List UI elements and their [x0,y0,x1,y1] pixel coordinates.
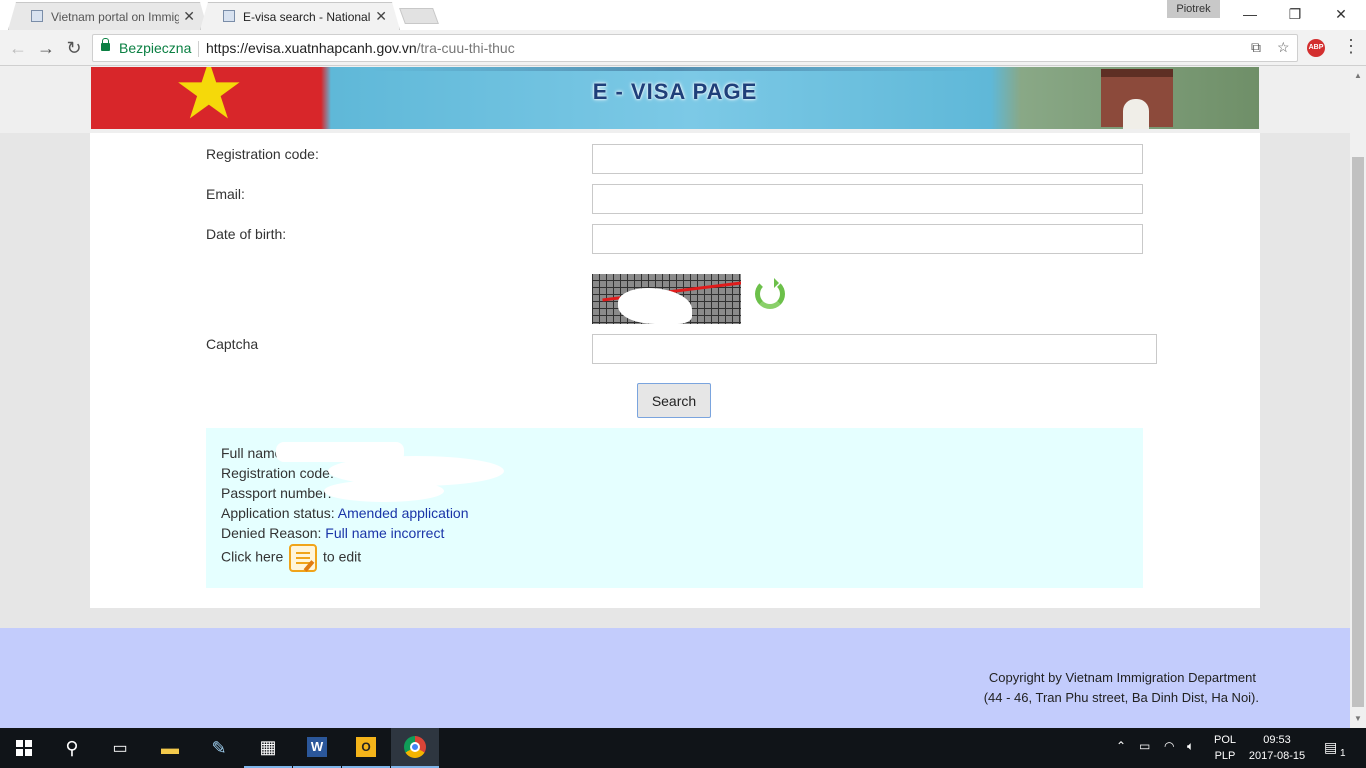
clock[interactable]: 09:53 2017-08-15 [1244,732,1310,764]
lock-icon [101,38,110,51]
new-tab-button[interactable] [399,8,439,24]
divider [198,41,199,57]
paint-icon[interactable]: ✎ [195,728,243,768]
status-value: Amended application [337,505,469,521]
volume-icon[interactable]: 🔈︎ [1187,739,1194,754]
registration-code-result-label: Registration code: [221,465,334,481]
word-icon[interactable]: W [293,728,341,768]
address-text: (44 - 46, Tran Phu street, Ba Dinh Dist,… [983,690,1259,705]
adblock-icon[interactable]: ABP [1307,39,1325,57]
calculator-icon[interactable]: ▦ [244,728,292,768]
notification-count: 1 [1340,748,1346,759]
status-row: Application status: Amended application [221,505,469,521]
language-top: POL [1213,734,1236,746]
windows-taskbar: ⚲ ▭ ▬ ✎ ▦ W O ⌃ ▭ ◠ 🔈︎ POL PLP 09:53 201… [0,728,1366,768]
passport-row: Passport number: [221,485,332,501]
captcha-label: Captcha [206,336,259,352]
email-input[interactable] [592,184,1143,214]
copyright-text: Copyright by Vietnam Immigration Departm… [988,670,1256,685]
to-edit-text: to edit [323,548,362,565]
chevron-up-icon[interactable]: ⌃ [1116,739,1126,753]
bookmark-star-icon[interactable]: ☆ [1277,39,1290,56]
denied-reason-label: Denied Reason: [221,525,322,541]
page-icon [223,10,235,22]
security-label: Bezpieczna [119,40,192,56]
scrollbar-thumb[interactable] [1352,157,1364,707]
clock-time: 09:53 [1263,734,1291,746]
edit-row: Click here to edit [221,544,361,572]
minimize-icon[interactable]: — [1227,0,1273,28]
reload-icon[interactable]: ↻ [62,36,86,60]
close-window-icon[interactable]: ✕ [1318,0,1364,28]
tab-vietnam-portal[interactable]: Vietnam portal on Immig ✕ [8,2,208,30]
captcha-redaction [618,288,692,324]
dob-input[interactable] [592,224,1143,254]
restore-icon[interactable]: ❐ [1272,0,1318,28]
outlook-icon[interactable]: O [342,728,390,768]
tab-title: Vietnam portal on Immig [51,10,179,24]
refresh-captcha-icon[interactable] [755,278,785,309]
edit-icon[interactable] [289,544,318,572]
dob-label: Date of birth: [206,226,287,242]
tab-title: E-visa search - National p [243,10,371,24]
result-panel: Full name: Registration code: Passport n… [206,428,1143,588]
tab-evisa-search[interactable]: E-visa search - National p ✕ [200,2,400,30]
search-button[interactable]: Search [637,383,711,418]
file-explorer-icon[interactable]: ▬ [146,728,194,768]
start-icon[interactable] [0,728,48,768]
battery-icon[interactable]: ▭ [1139,739,1150,753]
menu-icon[interactable]: ⋮ [1342,36,1360,57]
status-label: Application status: [221,505,335,521]
email-label: Email: [206,186,245,202]
browser-tab-strip: Vietnam portal on Immig ✕ E-visa search … [0,0,1366,30]
close-icon[interactable]: ✕ [183,8,195,25]
language-bottom: PLP [1214,750,1236,762]
banner-decoration [371,67,981,71]
vertical-scrollbar[interactable]: ▲ ▼ [1350,67,1366,728]
chrome-icon[interactable] [391,728,439,768]
url-host: https://evisa.xuatnhapcanh.gov.vn [206,40,417,56]
url-path: /tra-cuu-thi-thuc [416,40,515,56]
page-viewport: ★ E - VISA PAGE Registration code: Email… [0,67,1350,728]
close-icon[interactable]: ✕ [375,8,387,25]
denied-reason-value: Full name incorrect [325,525,445,541]
passport-label: Passport number: [221,485,332,501]
header-banner: ★ E - VISA PAGE [91,67,1259,131]
profile-button[interactable]: Piotrek [1167,0,1220,18]
captcha-image [592,274,741,324]
page-icon [31,10,43,22]
page-footer: Copyright by Vietnam Immigration Departm… [0,628,1350,728]
input-language[interactable]: POL PLP [1208,732,1242,764]
browser-toolbar: ← → ↻ Bezpieczna https://evisa.xuatnhapc… [0,30,1366,66]
wifi-icon[interactable]: ◠ [1164,739,1174,753]
registration-code-row: Registration code: [221,465,334,481]
redaction [324,480,444,502]
url-text[interactable]: https://evisa.xuatnhapcanh.gov.vn/tra-cu… [206,40,515,56]
clock-date: 2017-08-15 [1248,750,1306,762]
search-icon[interactable]: ⚲ [48,728,96,768]
denied-reason-row: Denied Reason: Full name incorrect [221,525,444,541]
registration-code-input[interactable] [592,144,1143,174]
scroll-down-icon[interactable]: ▼ [1354,714,1362,723]
notifications-icon[interactable]: ▤ [1324,739,1337,756]
scroll-up-icon[interactable]: ▲ [1354,71,1362,80]
back-icon[interactable]: ← [6,36,30,60]
address-bar[interactable]: Bezpieczna https://evisa.xuatnhapcanh.go… [92,34,1298,62]
registration-code-label: Registration code: [206,146,319,162]
click-here-text: Click here [221,548,284,565]
translate-icon[interactable]: ⧉ [1251,39,1261,56]
task-view-icon[interactable]: ▭ [96,728,144,768]
forward-icon[interactable]: → [34,36,58,60]
captcha-input[interactable] [592,334,1157,364]
banner-title: E - VISA PAGE [592,79,758,104]
search-form-panel: Registration code: Email: Date of birth:… [90,133,1260,608]
